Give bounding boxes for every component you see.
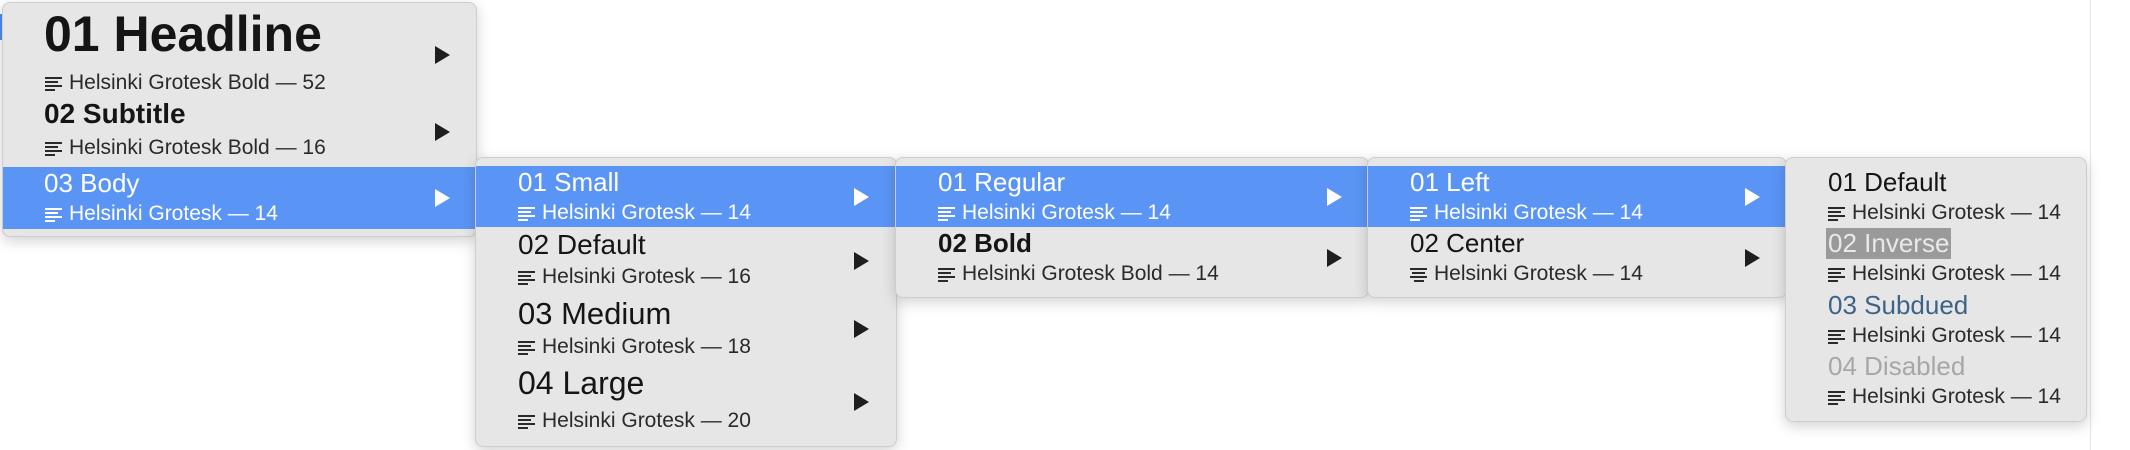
font-info-label: Helsinki Grotesk — 14 xyxy=(542,201,751,224)
menu-item-font-info: Helsinki Grotesk — 14 xyxy=(938,201,1171,225)
submenu-arrow-icon xyxy=(1327,249,1342,267)
text-align-icon xyxy=(938,267,955,282)
menu-item-title: 02 Default xyxy=(518,229,646,260)
menu-item-title: 02 Bold xyxy=(938,228,1032,258)
menu-item-font-info: Helsinki Grotesk — 14 xyxy=(45,202,278,226)
menu-item-left[interactable]: 01 Left Helsinki Grotesk — 14 xyxy=(1368,166,1786,227)
menu-item-color-inverse[interactable]: 02 Inverse Helsinki Grotesk — 14 xyxy=(1786,227,2086,289)
menu-item-bold[interactable]: 02 Bold Helsinki Grotesk Bold — 14 xyxy=(896,227,1368,289)
text-align-icon xyxy=(45,141,62,156)
menu-item-font-info: Helsinki Grotesk — 14 xyxy=(1828,201,2061,225)
font-info-label: Helsinki Grotesk — 14 xyxy=(1434,262,1643,285)
font-info-label: Helsinki Grotesk — 18 xyxy=(542,335,751,358)
menu-item-default[interactable]: 02 Default Helsinki Grotesk — 16 xyxy=(476,227,896,293)
submenu-arrow-icon xyxy=(854,188,869,206)
submenu-arrow-icon xyxy=(435,189,450,207)
font-info-label: Helsinki Grotesk — 14 xyxy=(1852,201,2061,224)
menu-item-title: 02 Inverse xyxy=(1826,228,1952,259)
font-info-label: Helsinki Grotesk — 14 xyxy=(1852,385,2061,408)
menu-item-font-info: Helsinki Grotesk — 14 xyxy=(1828,324,2061,348)
text-align-icon xyxy=(1828,390,1845,405)
submenu-arrow-icon xyxy=(854,320,869,338)
font-info-label: Helsinki Grotesk Bold — 16 xyxy=(69,136,326,159)
menu-item-font-info: Helsinki Grotesk — 14 xyxy=(1410,262,1643,286)
menu-item-title: 01 Default xyxy=(1828,167,1947,197)
text-align-icon xyxy=(45,207,62,222)
font-info-label: Helsinki Grotesk — 20 xyxy=(542,409,751,432)
menu-item-title: 03 Subdued xyxy=(1828,290,1969,320)
font-info-label: Helsinki Grotesk — 16 xyxy=(542,265,751,288)
text-align-icon xyxy=(1828,206,1845,221)
font-info-label: Helsinki Grotesk — 14 xyxy=(1434,201,1643,224)
text-align-icon xyxy=(518,340,535,355)
font-info-label: Helsinki Grotesk — 14 xyxy=(69,202,278,225)
menu-item-title: 01 Regular xyxy=(938,167,1066,197)
text-align-icon xyxy=(45,76,62,91)
align-center-icon xyxy=(1410,267,1427,282)
submenu-arrow-icon xyxy=(1745,188,1760,206)
menu-item-title: 02 Center xyxy=(1410,228,1525,258)
menu-item-regular[interactable]: 01 Regular Helsinki Grotesk — 14 xyxy=(896,166,1368,227)
menu-body-sizes: 01 Small Helsinki Grotesk — 14 02 Defaul… xyxy=(475,157,897,447)
menu-item-font-info: Helsinki Grotesk — 20 xyxy=(518,409,751,433)
font-info-label: Helsinki Grotesk — 14 xyxy=(1852,324,2061,347)
menu-item-large[interactable]: 04 Large Helsinki Grotesk — 20 xyxy=(476,363,896,439)
submenu-arrow-icon xyxy=(854,393,869,411)
menu-item-small[interactable]: 01 Small Helsinki Grotesk — 14 xyxy=(476,166,896,227)
menu-color-variants: 01 Default Helsinki Grotesk — 14 02 Inve… xyxy=(1785,157,2087,422)
menu-item-subtitle[interactable]: 02 Subtitle Helsinki Grotesk Bold — 16 xyxy=(3,95,476,161)
menu-item-center[interactable]: 02 Center Helsinki Grotesk — 14 xyxy=(1368,227,1786,289)
menu-item-title: 04 Disabled xyxy=(1828,351,1966,381)
menu-item-body[interactable]: 03 Body Helsinki Grotesk — 14 xyxy=(3,167,476,229)
menu-item-title: 01 Small xyxy=(518,167,620,197)
menu-weights: 01 Regular Helsinki Grotesk — 14 02 Bold… xyxy=(895,157,1369,298)
submenu-arrow-icon xyxy=(435,123,450,141)
menu-text-styles: 01 Headline Helsinki Grotesk Bold — 52 0… xyxy=(2,2,477,237)
menu-item-font-info: Helsinki Grotesk — 14 xyxy=(1828,385,2061,409)
menu-item-font-info: Helsinki Grotesk Bold — 14 xyxy=(938,262,1219,286)
menu-item-title: 01 Headline xyxy=(44,6,322,62)
menu-item-font-info: Helsinki Grotesk — 14 xyxy=(518,201,751,225)
menu-item-title: 03 Body xyxy=(44,168,140,198)
menu-item-font-info: Helsinki Grotesk — 16 xyxy=(518,265,751,289)
menu-item-font-info: Helsinki Grotesk Bold — 52 xyxy=(45,71,326,95)
menu-item-font-info: Helsinki Grotesk — 14 xyxy=(1828,262,2061,286)
menu-item-color-subdued[interactable]: 03 Subdued Helsinki Grotesk — 14 xyxy=(1786,289,2086,350)
font-info-label: Helsinki Grotesk Bold — 14 xyxy=(962,262,1219,285)
submenu-arrow-icon xyxy=(435,46,450,64)
menu-item-medium[interactable]: 03 Medium Helsinki Grotesk — 18 xyxy=(476,293,896,363)
submenu-arrow-icon xyxy=(1745,249,1760,267)
menu-item-title: 02 Subtitle xyxy=(44,98,186,129)
menu-item-color-disabled: 04 Disabled Helsinki Grotesk — 14 xyxy=(1786,350,2086,412)
font-info-label: Helsinki Grotesk Bold — 52 xyxy=(69,71,326,94)
menu-item-title: 03 Medium xyxy=(518,296,672,331)
menu-alignment: 01 Left Helsinki Grotesk — 14 02 Center … xyxy=(1367,157,1787,298)
font-info-label: Helsinki Grotesk — 14 xyxy=(962,201,1171,224)
menu-item-headline[interactable]: 01 Headline Helsinki Grotesk Bold — 52 xyxy=(3,3,476,94)
menu-item-font-info: Helsinki Grotesk Bold — 16 xyxy=(45,136,326,160)
align-left-icon xyxy=(1410,206,1427,221)
text-align-icon xyxy=(518,270,535,285)
menu-item-font-info: Helsinki Grotesk — 14 xyxy=(1410,201,1643,225)
text-align-icon xyxy=(1828,329,1845,344)
text-align-icon xyxy=(518,206,535,221)
menu-item-font-info: Helsinki Grotesk — 18 xyxy=(518,335,751,359)
text-align-icon xyxy=(938,206,955,221)
menu-item-title: 01 Left xyxy=(1410,167,1490,197)
submenu-arrow-icon xyxy=(854,252,869,270)
menu-item-title: 04 Large xyxy=(518,365,645,401)
menu-item-color-default[interactable]: 01 Default Helsinki Grotesk — 14 xyxy=(1786,166,2086,227)
canvas-edge xyxy=(2090,0,2091,450)
text-align-icon xyxy=(518,414,535,429)
submenu-arrow-icon xyxy=(1327,188,1342,206)
text-align-icon xyxy=(1828,267,1845,282)
font-info-label: Helsinki Grotesk — 14 xyxy=(1852,262,2061,285)
